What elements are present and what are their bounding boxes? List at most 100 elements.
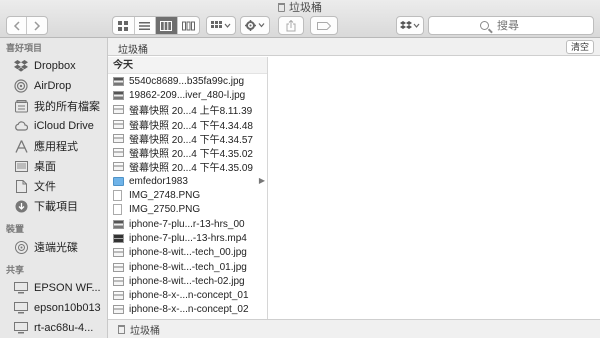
- file-row[interactable]: iphone-8-wit...-tech_00.jpg: [108, 246, 267, 260]
- search-icon: [480, 21, 489, 30]
- sidebar-item-desktop[interactable]: 桌面: [0, 156, 107, 176]
- file-thumbnail-icon: [113, 233, 124, 243]
- file-name: IMG_2748.PNG: [129, 190, 201, 202]
- applications-icon: [14, 139, 28, 153]
- view-mode-selector: [112, 16, 200, 35]
- file-row[interactable]: iphone-7-plu...-13-hrs.mp4: [108, 231, 267, 245]
- file-thumbnail-icon: [113, 148, 124, 158]
- sidebar-item-rt-ac68u[interactable]: rt-ac68u-4...: [0, 318, 107, 338]
- dropbox-icon: [14, 59, 28, 73]
- file-name: 螢幕快照 20...4 上午8.11.39: [129, 106, 253, 118]
- sidebar-item-downloads[interactable]: 下載項目: [0, 196, 107, 216]
- preview-column: [268, 57, 600, 319]
- file-name: 19862-209...iver_480-l.jpg: [129, 89, 246, 101]
- file-row[interactable]: iphone-8-wit...-tech_01.jpg: [108, 260, 267, 274]
- file-row[interactable]: IMG_2748.PNG: [108, 188, 267, 202]
- back-button[interactable]: [7, 17, 28, 34]
- file-row[interactable]: iphone-8-wit...-tech-02.jpg: [108, 274, 267, 288]
- file-row[interactable]: iphone-7-plu...r-13-hrs_00: [108, 217, 267, 231]
- path-status-bar: 垃圾桶: [108, 319, 600, 338]
- search-input[interactable]: [497, 19, 577, 32]
- file-row[interactable]: 19862-209...iver_480-l.jpg: [108, 88, 267, 102]
- trash-header-bar: 垃圾桶 清空: [108, 38, 600, 56]
- file-thumbnail-icon: [113, 305, 124, 315]
- trash-icon: [278, 3, 285, 12]
- file-thumbnail-icon: [113, 119, 124, 129]
- empty-trash-button[interactable]: 清空: [565, 40, 594, 54]
- file-row[interactable]: 螢幕快照 20...4 下午4.35.02: [108, 145, 267, 161]
- favorites-header: 喜好項目: [6, 43, 43, 53]
- forward-button[interactable]: [27, 17, 47, 34]
- file-name: iphone-8-x-...n-concept_01: [129, 290, 249, 302]
- file-thumbnail-icon: [113, 204, 122, 216]
- sidebar-item-label: iCloud Drive: [34, 120, 94, 132]
- navigation-buttons: [6, 16, 48, 35]
- list-view-button[interactable]: [135, 17, 156, 34]
- shared-header: 共享: [6, 265, 25, 275]
- tag-icon: [317, 21, 331, 30]
- sidebar-item-all-files[interactable]: 我的所有檔案: [0, 96, 107, 116]
- folder-icon: [113, 176, 124, 186]
- file-name: 螢幕快照 20...4 下午4.34.48: [129, 120, 253, 132]
- sidebar-item-label: 應用程式: [34, 141, 78, 153]
- arrange-button[interactable]: [206, 16, 236, 35]
- all-files-icon: [14, 99, 28, 113]
- file-row[interactable]: 5540c8689...b35fa99c.jpg: [108, 74, 267, 88]
- file-thumbnail-icon: [113, 105, 124, 115]
- file-name: 5540c8689...b35fa99c.jpg: [129, 75, 245, 87]
- file-row[interactable]: 螢幕快照 20...4 下午4.35.09: [108, 160, 267, 174]
- file-row[interactable]: IMG_2750.PNG: [108, 203, 267, 217]
- file-row[interactable]: iphone-8-x-...n-concept_02: [108, 303, 267, 317]
- gear-icon: [245, 20, 265, 31]
- sidebar-item-documents[interactable]: 文件: [0, 176, 107, 196]
- desktop-icon: [14, 159, 28, 173]
- file-row[interactable]: iphone-8-x-...n-concept_01: [108, 288, 267, 302]
- dropbox-icon: [400, 20, 420, 29]
- file-list: 5540c8689...b35fa99c.jpg 19862-209...iver…: [108, 74, 267, 317]
- sidebar-item-epson10b013[interactable]: epson10b013: [0, 298, 107, 318]
- airdrop-icon: [14, 79, 28, 93]
- sidebar-item-remote-disc[interactable]: 遠端光碟: [0, 237, 107, 257]
- dropbox-menu-button[interactable]: [396, 16, 424, 35]
- sidebar-item-label: 遠端光碟: [34, 242, 78, 254]
- file-name: iphone-7-plu...r-13-hrs_00: [129, 218, 245, 230]
- date-group-header: 今天: [108, 57, 267, 74]
- sidebar-item-icloud-drive[interactable]: iCloud Drive: [0, 116, 107, 136]
- tags-button[interactable]: [310, 16, 338, 35]
- file-thumbnail-icon: [113, 162, 124, 172]
- arrange-grid-icon: [211, 20, 231, 28]
- cloud-icon: [14, 119, 28, 133]
- sidebar-item-epson-wf[interactable]: EPSON WF...: [0, 278, 107, 298]
- action-button[interactable]: [240, 16, 270, 35]
- file-name: emfedor1983: [129, 175, 188, 187]
- file-row[interactable]: 螢幕快照 20...4 下午4.34.48: [108, 117, 267, 132]
- document-icon: [14, 179, 28, 193]
- file-thumbnail-icon: [113, 90, 124, 100]
- search-field[interactable]: [428, 16, 594, 35]
- window-title-text: 垃圾桶: [289, 2, 322, 14]
- file-row[interactable]: emfedor1983 ▶: [108, 174, 267, 188]
- column-view-button[interactable]: [156, 17, 178, 34]
- file-name: iphone-7-plu...-13-hrs.mp4: [129, 232, 247, 244]
- download-icon: [14, 199, 28, 213]
- sidebar-item-airdrop[interactable]: AirDrop: [0, 76, 107, 96]
- file-name: iphone-8-wit...-tech_00.jpg: [129, 247, 247, 259]
- gallery-icon: [181, 21, 195, 30]
- file-row[interactable]: 螢幕快照 20...4 上午8.11.39: [108, 103, 267, 117]
- share-button[interactable]: [278, 16, 304, 35]
- file-name: 螢幕快照 20...4 下午4.34.57: [129, 134, 253, 146]
- gallery-view-button[interactable]: [178, 17, 199, 34]
- status-path-label: 垃圾桶: [130, 325, 160, 337]
- icon-view-button[interactable]: [113, 17, 135, 34]
- disc-icon: [14, 240, 28, 254]
- computer-icon: [14, 321, 28, 335]
- devices-header: 裝置: [6, 224, 25, 234]
- file-row[interactable]: 螢幕快照 20...4 下午4.34.57: [108, 131, 267, 146]
- file-name: 螢幕快照 20...4 下午4.35.02: [129, 149, 253, 161]
- sidebar-item-dropbox[interactable]: Dropbox: [0, 56, 107, 76]
- file-name: iphone-8-wit...-tech-02.jpg: [129, 275, 245, 287]
- toolbar: 垃圾桶: [0, 0, 600, 38]
- file-column: 今天 5540c8689...b35fa99c.jpg 19862-209...i…: [108, 57, 268, 319]
- list-icon: [139, 21, 151, 30]
- sidebar-item-applications[interactable]: 應用程式: [0, 136, 107, 156]
